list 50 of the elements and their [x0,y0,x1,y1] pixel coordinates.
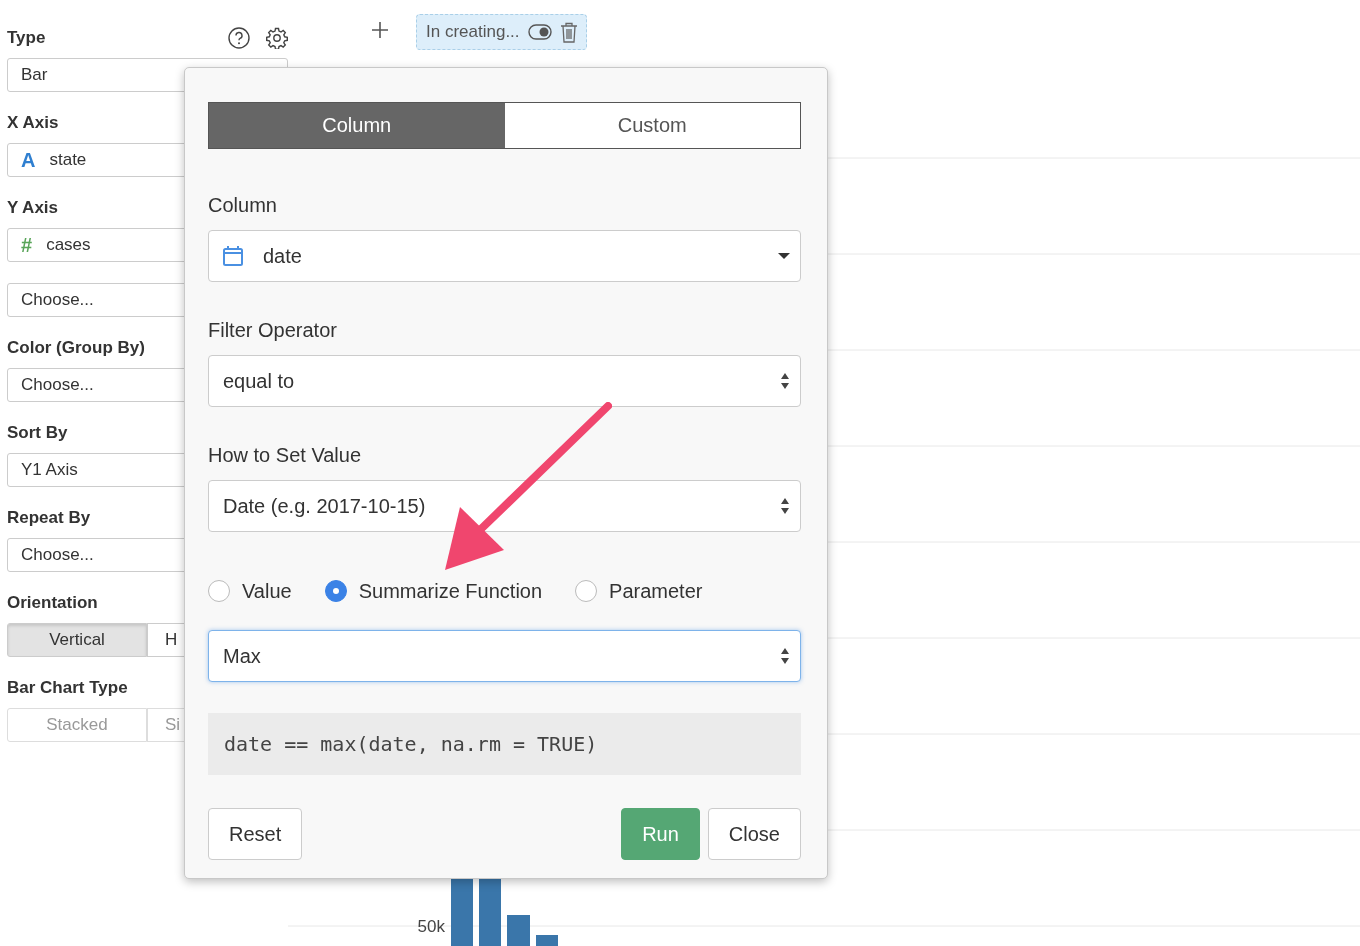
field-label: Color (Group By) [7,338,145,358]
trash-icon[interactable] [559,21,578,43]
select-value: Choose... [21,375,94,395]
select-field[interactable]: Date (e.g. 2017-10-15) [208,480,801,532]
sort-arrows-icon [780,497,790,515]
help-icon[interactable] [228,27,250,49]
select-value: cases [46,235,91,255]
chip-label: In creating... [426,22,520,42]
tab[interactable]: Column [209,103,505,148]
caret-icon [778,253,790,259]
field-label: X Axis [7,113,59,133]
select-field[interactable]: equal to [208,355,801,407]
radio-option[interactable]: Summarize Function [324,579,543,603]
radio-option[interactable]: Parameter [575,579,703,603]
select-value: Choose... [21,290,94,310]
button[interactable]: Close [707,808,801,860]
type-glyph-icon: A [21,148,36,172]
select-field[interactable]: date [208,230,801,282]
settings-icon[interactable] [266,27,288,49]
chart-bar [536,935,558,946]
tab[interactable]: Custom [504,103,800,148]
type-glyph-icon: # [21,233,33,257]
chart-bar [507,915,530,946]
select-value: Y1 Axis [21,460,78,480]
field-label: Sort By [7,423,68,443]
field-label: Repeat By [7,508,91,528]
sort-arrows-icon [780,372,790,390]
field-label: Type [7,28,46,48]
button[interactable]: Reset [208,808,303,860]
field-label: Bar Chart Type [7,678,128,698]
axis-tick-label: 50k [417,917,445,936]
status-chip[interactable]: In creating... [416,14,587,50]
select-value: Max [223,644,262,668]
code-expression: date == max(date, na.rm = TRUE) [208,713,801,775]
radio-option[interactable]: Value [208,579,292,603]
add-icon[interactable] [372,22,388,38]
select-value: Date (e.g. 2017-10-15) [223,494,427,518]
segment-button[interactable]: Vertical [7,623,147,657]
toggle-icon[interactable] [527,24,552,40]
field-label: Column [208,194,278,216]
field-label: Orientation [7,593,98,613]
calendar-icon [223,246,243,266]
sort-arrows-icon [780,647,790,665]
field-label: Y Axis [7,198,59,218]
select-value: state [49,150,87,170]
select-field[interactable]: Max [208,630,801,682]
select-value: Bar [21,65,48,85]
select-value: Choose... [21,545,94,565]
field-label: Filter Operator [208,319,338,341]
segment-button[interactable]: H [147,623,184,657]
